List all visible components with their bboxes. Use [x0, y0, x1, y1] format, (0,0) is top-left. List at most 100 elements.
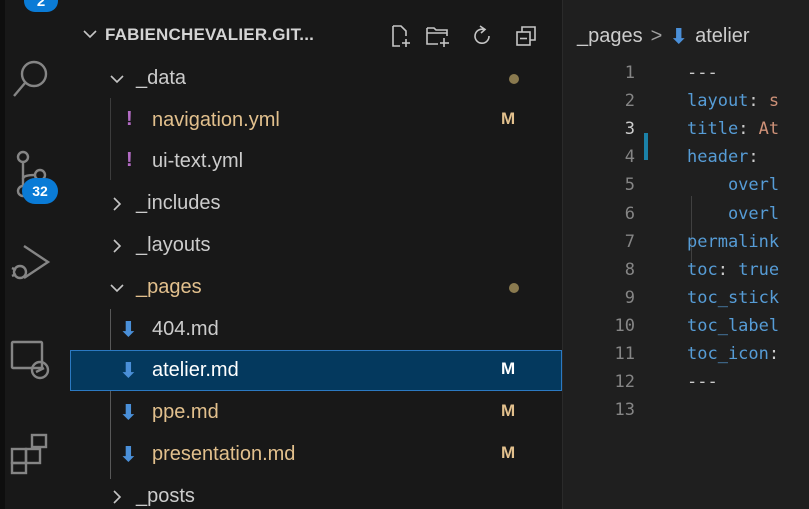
- git-status-badge: M: [501, 443, 516, 462]
- collapse-all-icon[interactable]: [512, 22, 540, 50]
- code-token: :: [768, 344, 780, 364]
- new-folder-icon[interactable]: [424, 22, 452, 50]
- code-token: ---: [687, 372, 718, 392]
- breadcrumb-separator: >: [650, 25, 663, 47]
- modified-dot: [509, 283, 519, 293]
- line-number: 6: [624, 204, 635, 224]
- chevron-right-icon: [108, 195, 126, 213]
- search-icon[interactable]: [0, 50, 60, 106]
- markdown-file-icon: ⬇: [120, 444, 137, 466]
- tree-item-label: _layouts: [136, 234, 211, 256]
- line-number: 3: [624, 119, 635, 139]
- chevron-right-icon: [108, 237, 126, 255]
- markdown-file-icon: ⬇: [670, 26, 688, 48]
- chevron-down-icon[interactable]: [82, 26, 98, 42]
- tree-file-ppe-md[interactable]: ⬇ ppe.md M: [60, 392, 562, 433]
- code-token: permalink: [687, 232, 780, 252]
- modified-dot: [509, 74, 519, 84]
- tree-item-label: ui-text.yml: [152, 150, 244, 172]
- yaml-file-icon: !: [126, 149, 133, 171]
- line-number: 1: [624, 63, 635, 83]
- new-file-icon[interactable]: [386, 22, 414, 50]
- tree-item-label: ppe.md: [152, 401, 219, 423]
- breadcrumb: _pages > ⬇ atelier: [577, 24, 750, 49]
- tree-file-404-md[interactable]: ⬇ 404.md: [60, 309, 562, 350]
- code-line[interactable]: overl: [687, 175, 779, 195]
- code-line[interactable]: layout: s: [687, 91, 779, 111]
- line-number: 11: [614, 344, 635, 364]
- code-line[interactable]: toc: true: [687, 260, 779, 280]
- explorer-header[interactable]: FABIENCHEVALIER.GIT...: [60, 12, 562, 60]
- line-number: 4: [624, 147, 635, 167]
- code-token: header: [687, 147, 749, 167]
- code-token: layout: [687, 91, 749, 111]
- tree-item-label: _data: [136, 67, 187, 89]
- window-edge: [0, 0, 5, 509]
- tree-item-label: _includes: [136, 192, 221, 214]
- run-debug-icon[interactable]: [0, 234, 60, 290]
- code-line[interactable]: ---: [687, 372, 718, 392]
- editor-pane[interactable]: _pages > ⬇ atelier 1 --- 2 layout: s 3 title:…: [562, 0, 809, 509]
- git-status-badge: M: [501, 109, 516, 128]
- yaml-file-icon: !: [126, 108, 133, 130]
- workspace-title: FABIENCHEVALIER.GIT...: [105, 25, 315, 44]
- tree-item-label: 404.md: [152, 318, 219, 340]
- code-token: overl: [687, 204, 780, 224]
- tree-file-presentation-md[interactable]: ⬇ presentation.md M: [60, 434, 562, 475]
- breadcrumb-item[interactable]: _pages: [577, 25, 643, 48]
- chevron-down-icon: [108, 279, 126, 297]
- code-line[interactable]: permalink: [687, 232, 779, 252]
- markdown-file-icon: ⬇: [120, 360, 137, 382]
- tree-file-navigation-yml[interactable]: ! navigation.yml M: [60, 100, 562, 141]
- source-control-badge: 32: [22, 178, 58, 204]
- chevron-right-icon: [108, 488, 126, 506]
- tree-folder-posts[interactable]: _posts: [60, 476, 562, 509]
- remote-explorer-icon[interactable]: [0, 330, 60, 386]
- code-token: toc_icon: [687, 344, 769, 364]
- code-line[interactable]: title: At: [687, 119, 779, 139]
- code-token: :: [748, 91, 769, 111]
- tree-file-atelier-md[interactable]: ⬇ atelier.md M: [70, 350, 562, 391]
- code-line[interactable]: overl: [687, 204, 779, 224]
- breadcrumb-item[interactable]: atelier: [695, 25, 749, 48]
- code-token: overl: [687, 175, 780, 195]
- code-token: title: [687, 119, 739, 139]
- line-number: 2: [624, 91, 635, 111]
- line-number: 8: [624, 260, 635, 280]
- git-status-badge: M: [501, 401, 516, 420]
- extensions-icon[interactable]: [0, 425, 60, 481]
- code-line[interactable]: toc_label: [687, 316, 779, 336]
- code-token: ---: [687, 63, 718, 83]
- line-number: 13: [614, 400, 635, 420]
- markdown-file-icon: ⬇: [120, 402, 137, 424]
- chevron-down-icon: [108, 70, 126, 88]
- code-token: :: [738, 119, 759, 139]
- tree-file-ui-text-yml[interactable]: ! ui-text.yml: [60, 141, 562, 182]
- code-token: true: [738, 260, 780, 280]
- tree-folder-data[interactable]: _data: [60, 58, 562, 99]
- code-token: :: [717, 260, 739, 280]
- code-line[interactable]: header:: [687, 147, 759, 167]
- code-token: toc_stick: [687, 288, 780, 308]
- tree-item-label: presentation.md: [152, 443, 296, 465]
- activity-bar: 2 32: [0, 0, 60, 509]
- tree-folder-includes[interactable]: _includes: [60, 183, 562, 224]
- code-line[interactable]: toc_stick: [687, 288, 779, 308]
- code-token: toc: [687, 260, 718, 280]
- explorer-sidebar: FABIENCHEVALIER.GIT... _data ! navigatio…: [60, 0, 562, 509]
- code-token: At: [758, 119, 780, 139]
- line-number: 5: [624, 175, 635, 195]
- code-line[interactable]: ---: [687, 63, 718, 83]
- markdown-file-icon: ⬇: [120, 319, 137, 341]
- line-number: 12: [614, 372, 635, 392]
- code-line[interactable]: toc_icon:: [687, 344, 779, 364]
- line-number: 7: [624, 232, 635, 252]
- tree-item-label: navigation.yml: [152, 109, 280, 131]
- refresh-icon[interactable]: [468, 22, 496, 50]
- dirty-diff-indicator[interactable]: [644, 133, 648, 160]
- tree-item-label: atelier.md: [152, 359, 239, 381]
- tree-folder-pages[interactable]: _pages: [60, 267, 562, 308]
- code-token: toc_label: [687, 316, 780, 336]
- explorer-badge: 2: [24, 0, 58, 12]
- tree-folder-layouts[interactable]: _layouts: [60, 225, 562, 266]
